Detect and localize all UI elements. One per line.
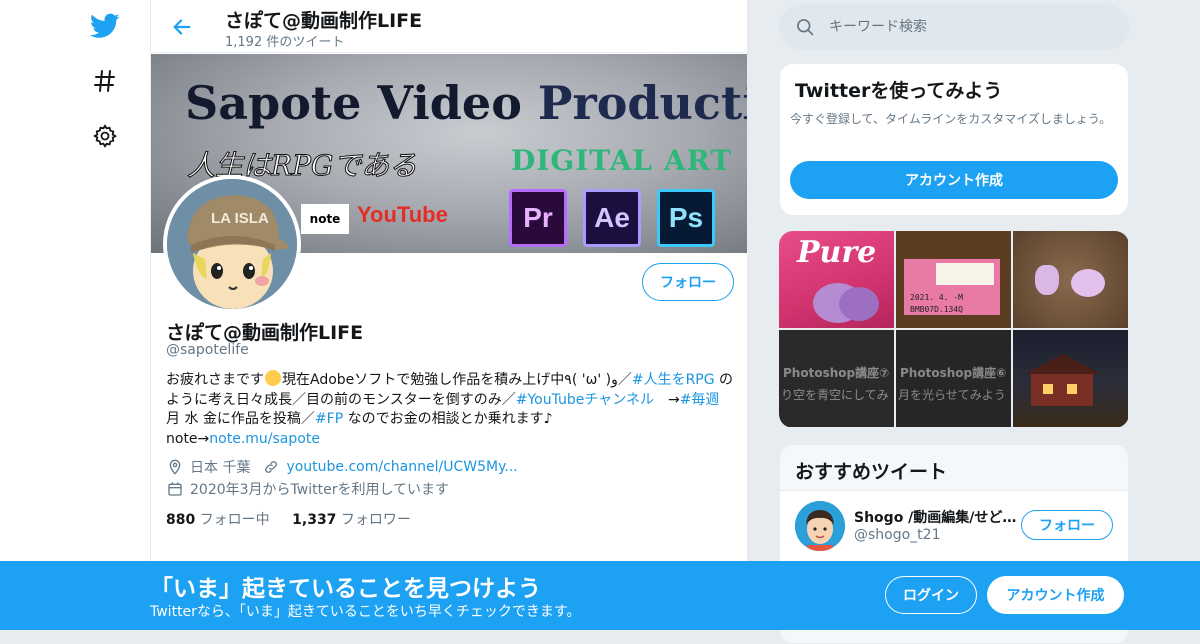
hashtag-icon[interactable]: [88, 64, 122, 98]
tweet-count: 1,192 件のツイート: [225, 35, 345, 50]
recommended-user-handle: @shogo_t21: [854, 527, 941, 543]
followers-link[interactable]: 1,337 フォロワー: [292, 512, 411, 528]
search-box[interactable]: [779, 4, 1129, 50]
link-icon: [262, 458, 280, 476]
left-navigation: [0, 0, 150, 630]
smile-emoji-icon: [265, 370, 281, 386]
signup-card: Twitterを使ってみよう 今すぐ登録して、タイムラインをカスタマイズしましょ…: [779, 63, 1129, 216]
note-logo: note: [301, 204, 349, 234]
signup-prompt-bar: 「いま」起きていることを見つけよう Twitterなら、「いま」起きていることを…: [0, 561, 1200, 630]
recommended-user-avatar[interactable]: [795, 501, 845, 551]
media-thumbnail[interactable]: [1013, 231, 1128, 328]
after-effects-logo: Ae: [583, 189, 641, 247]
create-account-button[interactable]: アカウント作成: [790, 161, 1118, 199]
signup-button[interactable]: アカウント作成: [987, 576, 1124, 614]
profile-location: 日本 千葉: [190, 460, 251, 476]
banner-title: Sapote Video Production: [185, 76, 747, 130]
follow-counts: 880 フォロー中 1,337 フォロワー: [166, 509, 411, 529]
hashtag-link[interactable]: #FP: [315, 411, 343, 427]
svg-text:LA ISLA: LA ISLA: [211, 210, 269, 227]
profile-joined-date: 2020年3月からTwitterを利用しています: [190, 482, 450, 498]
hashtag-link[interactable]: #毎週: [680, 392, 720, 408]
signup-card-description: 今すぐ登録して、タイムラインをカスタマイズしましょう。: [790, 112, 1112, 126]
signup-card-title: Twitterを使ってみよう: [795, 80, 1003, 102]
recommended-user-row[interactable]: Shogo /動画編集/せどり/物販 @shogo_t21 フォロー: [780, 490, 1128, 562]
media-thumbnail[interactable]: 2021. 4. -M BMB07D.134Q: [896, 231, 1011, 328]
profile-meta-location-website: 日本 千葉 youtube.com/channel/UCW5My...: [166, 457, 518, 477]
hashtag-link[interactable]: #YouTubeチャンネル: [516, 392, 654, 408]
profile-meta-joined: 2020年3月からTwitterを利用しています: [166, 479, 449, 499]
follow-button[interactable]: フォロー: [642, 263, 734, 301]
search-input[interactable]: [829, 16, 1109, 38]
search-icon: [795, 17, 815, 41]
gear-icon[interactable]: [88, 119, 122, 153]
media-thumbnail[interactable]: Photoshop講座⑦ り空を青空にしてみ: [779, 330, 894, 427]
following-link[interactable]: 880 フォロー中: [166, 512, 270, 528]
profile-avatar[interactable]: LA ISLA: [163, 175, 301, 313]
media-grid: Pure 2021. 4. -M BMB07D.134Q Photoshop講座…: [779, 231, 1129, 428]
recommended-follow-button[interactable]: フォロー: [1021, 510, 1113, 540]
signup-prompt-subtitle: Twitterなら、「いま」起きていることをいち早くチェックできます。: [150, 604, 581, 620]
header-title: さぽて@動画制作LIFE: [225, 10, 423, 32]
media-thumbnail[interactable]: [1013, 330, 1128, 427]
profile-column: さぽて@動画制作LIFE 1,192 件のツイート Sapote Video P…: [150, 0, 748, 630]
profile-name: さぽて@動画制作LIFE: [166, 322, 364, 344]
banner-digital-art: DIGITAL ART: [511, 144, 733, 177]
hashtag-link[interactable]: #人生をRPG: [632, 372, 715, 388]
premiere-pro-logo: Pr: [509, 189, 567, 247]
photoshop-logo: Ps: [657, 189, 715, 247]
arrow-left-icon: [173, 19, 191, 35]
recommended-tweets-title: おすすめツイート: [795, 461, 948, 483]
profile-handle: @sapotelife: [166, 342, 249, 358]
media-thumbnail[interactable]: Pure: [779, 231, 894, 328]
twitter-bird-icon[interactable]: [88, 9, 122, 43]
login-button[interactable]: ログイン: [885, 576, 977, 614]
media-thumbnail[interactable]: Photoshop講座⑥ 月を光らせてみよう: [896, 330, 1011, 427]
profile-website-link[interactable]: youtube.com/channel/UCW5My...: [286, 459, 517, 475]
profile-header-bar: さぽて@動画制作LIFE 1,192 件のツイート: [151, 0, 747, 53]
recommended-user-name[interactable]: Shogo /動画編集/せどり/物販: [854, 507, 1019, 527]
back-button[interactable]: [167, 12, 197, 42]
youtube-logo: YouTube: [357, 202, 448, 227]
calendar-icon: [166, 480, 184, 498]
note-link[interactable]: note.mu/sapote: [209, 431, 320, 447]
location-pin-icon: [166, 458, 184, 476]
profile-bio: お疲れさまです 現在Adobeソフトで勉強し作品を積み上げ中٩( 'ω' )و／#…: [166, 370, 734, 447]
signup-prompt-title: 「いま」起きていることを見つけよう: [150, 576, 541, 602]
